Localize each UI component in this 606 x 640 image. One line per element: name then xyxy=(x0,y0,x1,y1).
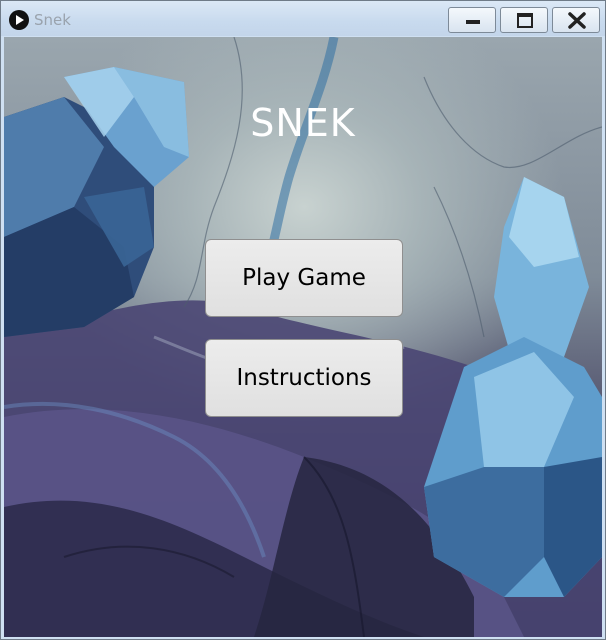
minimize-icon xyxy=(466,20,480,24)
game-title: SNEK xyxy=(250,101,356,145)
maximize-icon xyxy=(517,13,533,28)
maximize-button[interactable] xyxy=(500,7,548,33)
close-icon xyxy=(568,12,586,29)
play-game-button[interactable]: Play Game xyxy=(205,239,403,317)
minimize-button[interactable] xyxy=(448,7,496,33)
app-window: Snek SNEK Play Game Instructions xyxy=(0,0,606,640)
play-circle-icon xyxy=(9,10,29,30)
game-menu-screen: SNEK Play Game Instructions xyxy=(4,37,602,637)
instructions-button[interactable]: Instructions xyxy=(205,339,403,417)
title-bar[interactable]: Snek xyxy=(1,1,605,36)
window-title: Snek xyxy=(34,11,71,29)
close-button[interactable] xyxy=(552,7,600,33)
